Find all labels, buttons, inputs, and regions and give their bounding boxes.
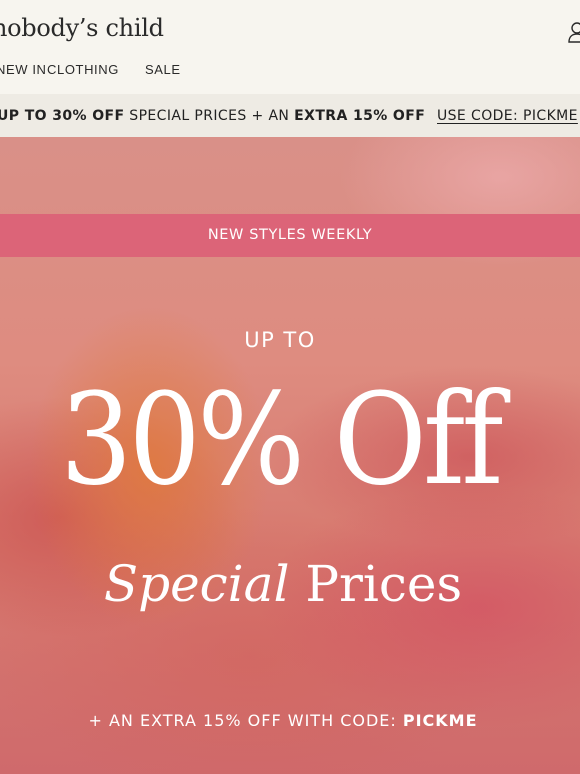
subhead-rest: Prices bbox=[289, 555, 463, 613]
nav-item-sale[interactable]: SALE bbox=[145, 62, 181, 77]
hero-headline: 30% Off bbox=[60, 366, 503, 513]
extra-offer-text: + AN EXTRA 15% OFF WITH CODE: bbox=[88, 711, 403, 730]
hero-banner[interactable]: NEW STYLES WEEKLY UP TO 30% Off Special … bbox=[0, 137, 580, 774]
brand-logo[interactable]: nobody’s child bbox=[0, 14, 164, 42]
account-icon[interactable] bbox=[568, 21, 580, 43]
site-header: nobody’s child NEW IN CLOTHING SALE bbox=[0, 0, 580, 94]
promo-plain-text: SPECIAL PRICES + AN bbox=[124, 108, 295, 124]
nav-item-new-in[interactable]: NEW IN bbox=[0, 62, 47, 77]
extra-offer-code: PICKME bbox=[402, 711, 478, 730]
hero-extra-offer: + AN EXTRA 15% OFF WITH CODE: PICKME bbox=[0, 711, 566, 730]
promo-code-link[interactable]: USE CODE: PICKME bbox=[437, 108, 578, 124]
new-styles-label: NEW STYLES WEEKLY bbox=[207, 227, 373, 243]
promo-message: UP TO 30% OFF SPECIAL PRICES + AN EXTRA … bbox=[0, 108, 425, 124]
promo-bold-discount: UP TO 30% OFF bbox=[0, 108, 125, 124]
hero-subhead: Special Prices bbox=[0, 555, 566, 613]
promo-bar: UP TO 30% OFF SPECIAL PRICES + AN EXTRA … bbox=[0, 94, 580, 137]
hero-upto: UP TO bbox=[244, 328, 316, 352]
new-styles-strip[interactable]: NEW STYLES WEEKLY bbox=[0, 214, 580, 257]
nav-item-clothing[interactable]: CLOTHING bbox=[47, 62, 119, 77]
subhead-italic: Special bbox=[103, 555, 290, 613]
promo-bold-extra: EXTRA 15% OFF bbox=[294, 108, 426, 124]
